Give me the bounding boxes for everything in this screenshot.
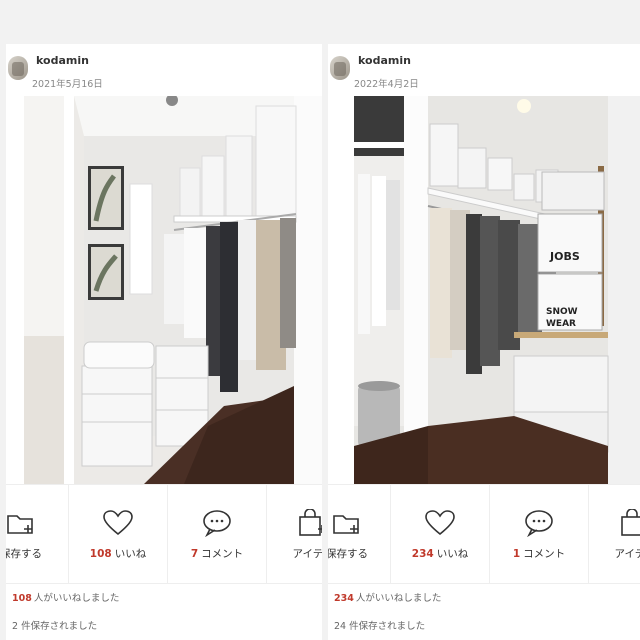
saved-summary[interactable]: 24 件保存されました [334,618,425,632]
like-count: 108 [89,547,112,560]
item-label: アイテム [614,547,640,560]
divider [266,485,267,583]
like-button[interactable]: 108 いいね [69,485,167,583]
post-card-1: kodamin 2021年5月16日 存する 108 いいね 7 コメント アイ… [6,44,322,640]
heart-icon [103,508,133,538]
folder-plus-icon [332,508,362,538]
heart-icon [425,508,455,538]
comment-button[interactable]: 7 コメント [168,485,266,583]
likes-summary[interactable]: 108 人がいいねしました [12,590,119,604]
action-bar: 保存する 234いいね 1コメント アイテム [328,484,640,584]
post-photo[interactable] [24,96,322,484]
saved-summary[interactable]: 2 件保存されました [12,618,97,632]
like-button[interactable]: 234 いいね [391,485,489,583]
like-label: いいね [436,547,469,560]
likes-summary-text: 人がいいねしました [33,593,120,604]
divider [588,485,589,583]
comment-label: コメント [201,547,244,560]
like-count: 234 [411,547,434,560]
post-header: kodamin 2021年5月16日 [6,44,322,96]
likes-summary-count: 108 [12,593,32,604]
action-bar: 保存する 108いいね 7コメント アイテム [6,484,322,584]
item-button[interactable]: アイテム [268,485,322,583]
comment-button[interactable]: 1 コメント [490,485,588,583]
shopping-bag-plus-icon [620,508,640,538]
folder-plus-icon [6,508,36,538]
username[interactable]: kodamin [358,54,411,67]
box-label-wear: WEAR [546,319,576,329]
comment-bubble-icon [202,508,232,538]
likes-summary[interactable]: 234 人がいいねしました [334,590,441,604]
item-label: アイテム [292,547,322,560]
like-label: いいね [114,547,147,560]
avatar[interactable] [330,56,350,80]
item-button[interactable]: アイテム [590,485,640,583]
save-button[interactable]: 保存する [6,485,66,583]
comment-label: コメント [523,547,566,560]
username[interactable]: kodamin [36,54,89,67]
closet-photo-illustration: JOBS SNOW WEAR [354,96,640,484]
box-label-snow: SNOW [546,307,578,317]
likes-summary-text: 人がいいねしました [355,593,442,604]
comment-bubble-icon [524,508,554,538]
post-date: 2021年5月16日 [32,79,103,90]
likes-summary-count: 234 [334,593,354,604]
comment-count: 7 [190,547,199,560]
shopping-bag-plus-icon [298,508,322,538]
save-label: 保存する [328,547,368,560]
post-date: 2022年4月2日 [354,79,419,90]
save-label: 保存する [6,547,42,560]
box-label-jobs: JOBS [549,250,580,263]
closet-photo-illustration [24,96,322,484]
post-card-2: kodamin 2022年4月2日 JOBS SNOW WEAR 保存する 23… [328,44,640,640]
post-header: kodamin 2022年4月2日 [328,44,640,96]
avatar[interactable] [8,56,28,80]
comment-count: 1 [512,547,521,560]
post-photo[interactable]: JOBS SNOW WEAR [354,96,640,484]
save-button[interactable]: 保存する [328,485,392,583]
